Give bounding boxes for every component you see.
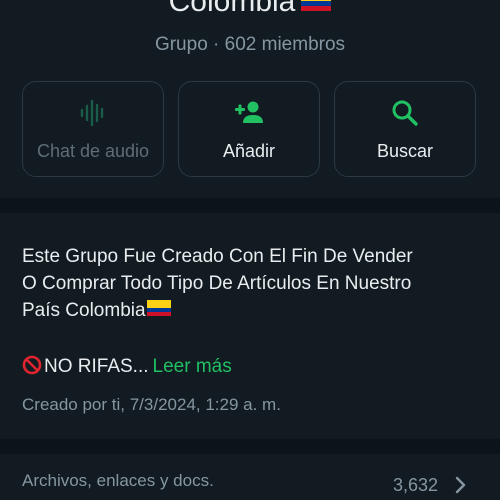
group-title: Colombia <box>0 0 500 20</box>
prohibited-icon <box>22 355 42 375</box>
description-line: Este Grupo Fue Creado Con El Fin De Vend… <box>22 246 413 267</box>
read-more-link[interactable]: Leer más <box>153 356 232 377</box>
created-by-text: Creado por ti, 7/3/2024, 1:29 a. m. <box>22 395 281 414</box>
search-button[interactable]: Buscar <box>334 81 476 177</box>
description-rifas-line: NO RIFAS... Leer más <box>22 353 232 380</box>
audio-chat-label: Chat de audio <box>36 141 150 161</box>
add-member-button[interactable]: Añadir <box>178 81 320 177</box>
group-action-buttons: Chat de audio Añadir Buscar <box>22 81 478 179</box>
search-icon <box>335 97 475 129</box>
section-divider <box>0 198 500 213</box>
media-links-docs-row[interactable]: Archivos, enlaces y docs. 3,632 <box>0 454 500 500</box>
description-line-with-flag: País Colombia <box>22 297 482 324</box>
group-description-section[interactable]: Este Grupo Fue Creado Con El Fin De Vend… <box>0 213 500 439</box>
group-header: Colombia Grupo · 602 miembros Chat de au… <box>0 0 500 198</box>
group-description: Este Grupo Fue Creado Con El Fin De Vend… <box>22 243 482 324</box>
colombia-flag-icon <box>301 0 332 12</box>
audio-waveform-icon <box>23 97 163 129</box>
search-label: Buscar <box>376 141 434 161</box>
media-links-docs-label: Archivos, enlaces y docs. <box>22 471 214 490</box>
colombia-flag-icon <box>146 299 171 316</box>
description-line-text: País Colombia <box>22 300 146 321</box>
chevron-right-icon <box>455 476 466 494</box>
group-member-count: Grupo · 602 miembros <box>154 34 346 55</box>
description-line: O Comprar Todo Tipo De Artículos En Nues… <box>22 273 412 294</box>
rifas-text: NO RIFAS... <box>44 356 149 377</box>
add-member-label: Añadir <box>222 141 276 161</box>
audio-chat-button[interactable]: Chat de audio <box>22 81 164 177</box>
media-count: 3,632 <box>392 475 438 495</box>
section-divider <box>0 439 500 454</box>
group-name-text: Colombia <box>168 0 296 18</box>
add-person-icon <box>179 97 319 129</box>
group-info-screen: Colombia Grupo · 602 miembros Chat de au… <box>0 0 500 500</box>
